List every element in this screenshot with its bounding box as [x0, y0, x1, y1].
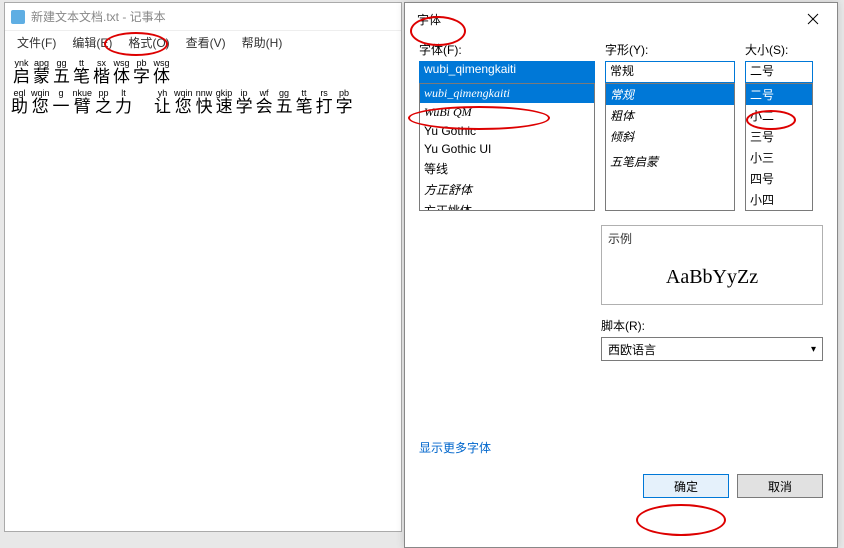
- list-item[interactable]: 方正舒体: [420, 179, 594, 200]
- ok-button[interactable]: 确定: [643, 474, 729, 498]
- notepad-titlebar: 新建文本文档.txt - 记事本: [5, 3, 401, 31]
- list-item[interactable]: 四号: [746, 168, 812, 189]
- style-listbox[interactable]: 常规粗体倾斜五笔启蒙: [605, 83, 735, 211]
- cancel-button[interactable]: 取消: [737, 474, 823, 498]
- script-combo[interactable]: 西欧语言 ▾: [601, 337, 823, 361]
- size-label: 大小(S):: [745, 41, 813, 58]
- list-item[interactable]: 倾斜: [606, 126, 734, 147]
- notepad-menubar: 文件(F) 编辑(E) 格式(O) 查看(V) 帮助(H): [5, 31, 401, 55]
- list-item[interactable]: 二号: [746, 84, 812, 105]
- style-label: 字形(Y):: [605, 41, 735, 58]
- list-item[interactable]: Yu Gothic: [420, 122, 594, 140]
- menu-help[interactable]: 帮助(H): [234, 31, 291, 55]
- list-item[interactable]: 等线: [420, 158, 594, 179]
- chevron-down-icon: ▾: [811, 344, 816, 355]
- notepad-icon: [11, 10, 25, 24]
- menu-file[interactable]: 文件(F): [9, 31, 64, 55]
- font-dialog: 字体 字体(F): wubi_qimengkaiti wubi_qimengka…: [404, 2, 838, 548]
- list-item[interactable]: WuBi QM: [420, 103, 594, 122]
- list-item[interactable]: 五笔启蒙: [606, 151, 734, 172]
- font-label: 字体(F):: [419, 41, 595, 58]
- menu-edit[interactable]: 编辑(E): [64, 31, 120, 55]
- list-item[interactable]: 小三: [746, 147, 812, 168]
- sample-text: AaBbYyZz: [602, 251, 822, 304]
- script-value: 西欧语言: [608, 341, 656, 358]
- more-fonts-link[interactable]: 显示更多字体: [419, 441, 491, 455]
- list-item[interactable]: 方正姚体: [420, 200, 594, 211]
- menu-view[interactable]: 查看(V): [178, 31, 234, 55]
- list-item[interactable]: wubi_qimengkaiti: [420, 84, 594, 103]
- notepad-title: 新建文本文档.txt - 记事本: [31, 8, 166, 25]
- size-input[interactable]: 二号: [745, 61, 813, 83]
- list-item[interactable]: Yu Gothic UI: [420, 140, 594, 158]
- list-item[interactable]: 小四: [746, 189, 812, 210]
- list-item[interactable]: 小二: [746, 105, 812, 126]
- font-listbox[interactable]: wubi_qimengkaitiWuBi QMYu GothicYu Gothi…: [419, 83, 595, 211]
- notepad-window: 新建文本文档.txt - 记事本 文件(F) 编辑(E) 格式(O) 查看(V)…: [4, 2, 402, 532]
- style-input[interactable]: 常规: [605, 61, 735, 83]
- close-button[interactable]: [797, 7, 829, 31]
- list-item[interactable]: 常规: [606, 84, 734, 105]
- sample-label: 示例: [602, 226, 822, 251]
- font-input[interactable]: wubi_qimengkaiti: [419, 61, 595, 83]
- font-dialog-title: 字体: [417, 11, 441, 28]
- list-item[interactable]: 五号: [746, 210, 812, 211]
- menu-format[interactable]: 格式(O): [120, 31, 177, 55]
- notepad-text-area[interactable]: ynk启apg蒙gg五tt笔sx楷wsg体pb字wsg体egl助wqin您g一n…: [5, 55, 401, 122]
- font-dialog-titlebar: 字体: [405, 3, 837, 35]
- size-listbox[interactable]: 二号小二三号小三四号小四五号: [745, 83, 813, 211]
- list-item[interactable]: 粗体: [606, 105, 734, 126]
- sample-box: 示例 AaBbYyZz: [601, 225, 823, 305]
- list-item[interactable]: 三号: [746, 126, 812, 147]
- script-label: 脚本(R):: [601, 317, 823, 334]
